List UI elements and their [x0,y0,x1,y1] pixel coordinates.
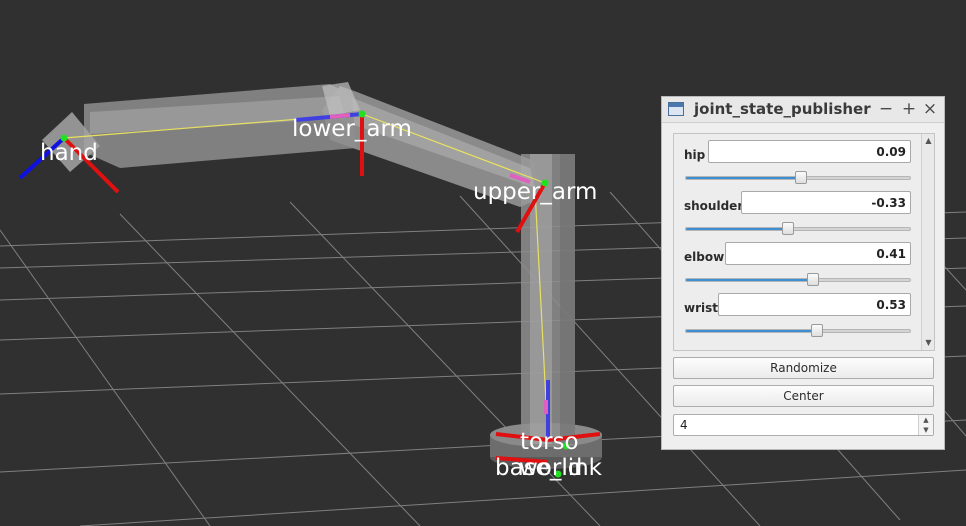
spin-buttons: ▲ ▼ [918,415,933,435]
randomize-button[interactable]: Randomize [673,357,934,379]
joint-value-field[interactable]: -0.33 [741,191,911,214]
scroll-up-arrow-icon[interactable]: ▲ [923,135,934,147]
joint-slider[interactable] [685,171,911,184]
minimize-icon[interactable]: − [877,99,895,119]
joint-row-hip: hip 0.09 [674,138,922,189]
joint-value-field[interactable]: 0.09 [708,140,911,163]
frame-label-torso: torso [520,429,579,455]
app-window-icon [668,102,684,116]
joint-label: wrist [684,301,718,315]
slider-fill [686,177,801,179]
joint-value-field[interactable]: 0.53 [718,293,911,316]
num-rows-spinbox[interactable]: 4 ▲ ▼ [673,414,934,436]
joint-row-elbow: elbow 0.41 [674,240,922,291]
joint-state-publisher-window: joint_state_publisher − + × hip 0.09 sho… [661,96,945,450]
spinbox-value: 4 [680,418,688,432]
window-title: joint_state_publisher [694,100,871,118]
joint-label: elbow [684,250,725,264]
joint-sliders-scroll-area[interactable]: hip 0.09 shoulder -0.33 elbow 0.41 wrist… [673,133,935,351]
slider-fill [686,330,817,332]
joint-slider[interactable] [685,273,911,286]
joint-row-wrist: wrist 0.53 [674,291,922,342]
spin-up-arrow-icon[interactable]: ▲ [919,415,933,425]
slider-handle[interactable] [811,324,823,337]
slider-fill [686,228,788,230]
slider-handle[interactable] [795,171,807,184]
scroll-down-arrow-icon[interactable]: ▼ [923,337,934,349]
vertical-scrollbar[interactable]: ▲ ▼ [921,134,934,350]
spin-down-arrow-icon[interactable]: ▼ [919,425,933,435]
maximize-icon[interactable]: + [900,99,918,119]
frame-label-lower-arm: lower_arm [292,116,412,142]
slider-handle[interactable] [807,273,819,286]
center-button[interactable]: Center [673,385,934,407]
frame-label-world: world [519,455,582,481]
joint-label: hip [684,148,706,162]
frame-label-upper-arm: upper_arm [473,179,597,205]
joint-slider[interactable] [685,222,911,235]
joint-label: shoulder [684,199,744,213]
joint-slider[interactable] [685,324,911,337]
window-titlebar[interactable]: joint_state_publisher − + × [662,97,944,123]
joint-value-field[interactable]: 0.41 [725,242,911,265]
slider-handle[interactable] [782,222,794,235]
slider-fill [686,279,813,281]
frame-label-hand: hand [40,140,98,166]
close-icon[interactable]: × [921,99,939,119]
joint-row-shoulder: shoulder -0.33 [674,189,922,240]
